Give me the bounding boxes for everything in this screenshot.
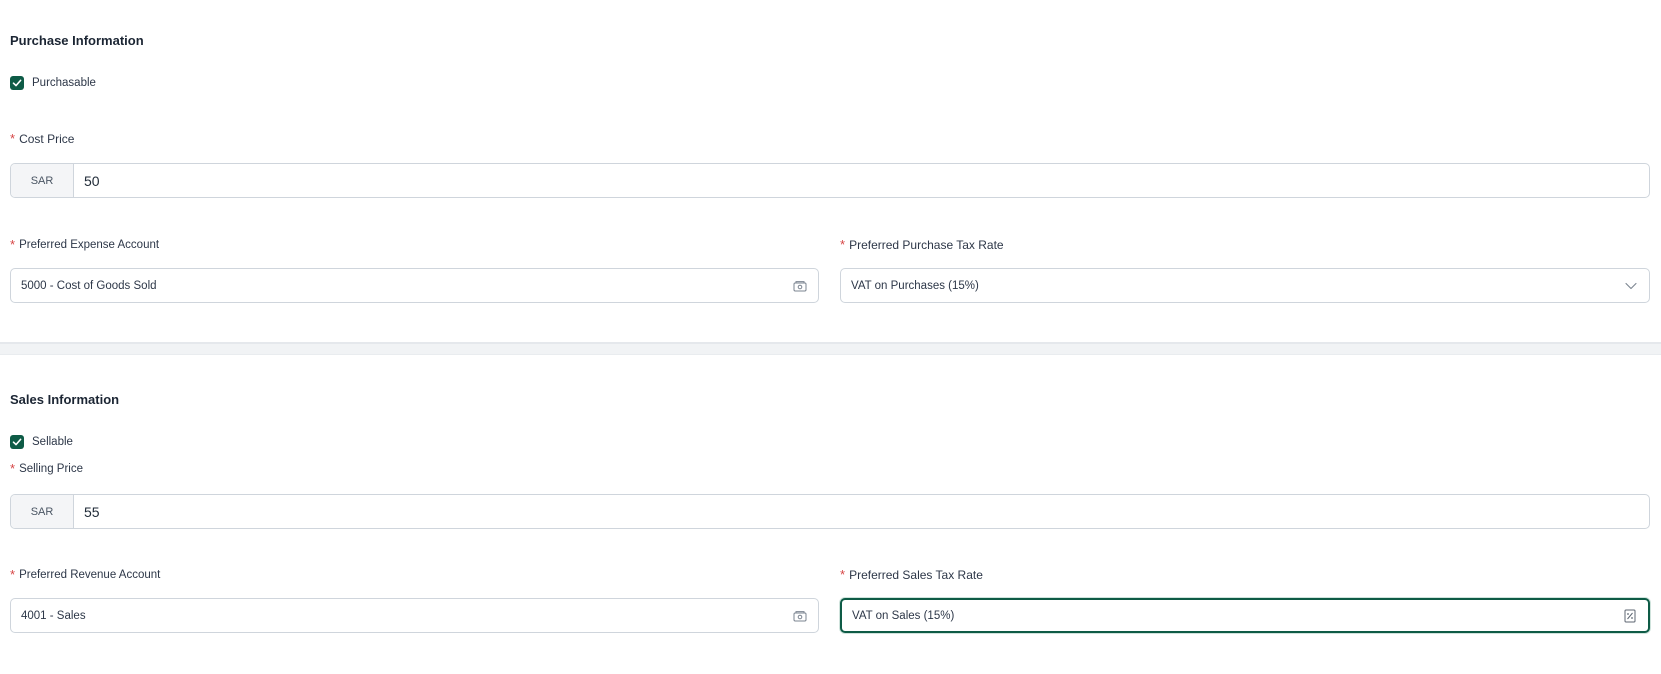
required-marker: *	[10, 237, 16, 252]
purchase-tax-rate-value: VAT on Purchases (15%)	[851, 279, 979, 292]
cost-price-label-text: Cost Price	[19, 131, 75, 146]
purchase-section-title: Purchase Information	[10, 33, 144, 48]
expense-account-label-text: Preferred Expense Account	[19, 238, 160, 251]
purchasable-label: Purchasable	[32, 77, 96, 89]
sales-tax-rate-label: * Preferred Sales Tax Rate	[840, 567, 983, 582]
purchasable-checkbox[interactable]	[10, 76, 24, 90]
sales-tax-rate-select[interactable]: VAT on Sales (15%)	[840, 598, 1650, 633]
sales-tax-rate-label-text: Preferred Sales Tax Rate	[849, 567, 983, 582]
section-divider	[0, 342, 1661, 355]
expense-account-label: * Preferred Expense Account	[10, 237, 159, 252]
sellable-checkbox-row[interactable]: Sellable	[10, 435, 73, 449]
selling-currency-addon: SAR	[11, 495, 74, 528]
cost-price-label: * Cost Price	[10, 131, 74, 146]
cost-price-value[interactable]: 50	[74, 164, 1649, 197]
required-marker: *	[840, 567, 846, 582]
expense-account-select[interactable]: 5000 - Cost of Goods Sold	[10, 268, 819, 303]
sales-section-title: Sales Information	[10, 392, 120, 407]
required-marker: *	[10, 461, 16, 476]
sellable-checkbox[interactable]	[10, 435, 24, 449]
required-marker: *	[840, 237, 846, 252]
revenue-account-select[interactable]: 4001 - Sales	[10, 598, 819, 633]
required-marker: *	[10, 567, 16, 582]
check-icon	[12, 438, 22, 446]
selling-price-value[interactable]: 55	[74, 495, 1649, 528]
required-marker: *	[10, 131, 16, 146]
revenue-account-label: * Preferred Revenue Account	[10, 567, 160, 582]
sellable-label: Sellable	[32, 436, 73, 448]
expense-account-value: 5000 - Cost of Goods Sold	[21, 279, 157, 292]
revenue-account-value: 4001 - Sales	[21, 609, 86, 622]
purchase-tax-rate-label: * Preferred Purchase Tax Rate	[840, 237, 1004, 252]
cost-price-input[interactable]: SAR 50	[10, 163, 1650, 198]
account-picker-icon[interactable]	[792, 608, 808, 624]
purchasable-checkbox-row[interactable]: Purchasable	[10, 76, 96, 90]
sales-tax-rate-value: VAT on Sales (15%)	[852, 609, 955, 622]
percent-icon[interactable]	[1622, 608, 1638, 624]
check-icon	[12, 79, 22, 87]
account-picker-icon[interactable]	[792, 278, 808, 294]
cost-currency-addon: SAR	[11, 164, 74, 197]
revenue-account-label-text: Preferred Revenue Account	[19, 568, 161, 581]
chevron-down-icon[interactable]	[1623, 278, 1639, 294]
purchase-tax-rate-select[interactable]: VAT on Purchases (15%)	[840, 268, 1650, 303]
purchase-tax-rate-label-text: Preferred Purchase Tax Rate	[849, 237, 1004, 252]
selling-price-input[interactable]: SAR 55	[10, 494, 1650, 529]
selling-price-label: * Selling Price	[10, 461, 83, 476]
selling-price-label-text: Selling Price	[19, 462, 83, 475]
